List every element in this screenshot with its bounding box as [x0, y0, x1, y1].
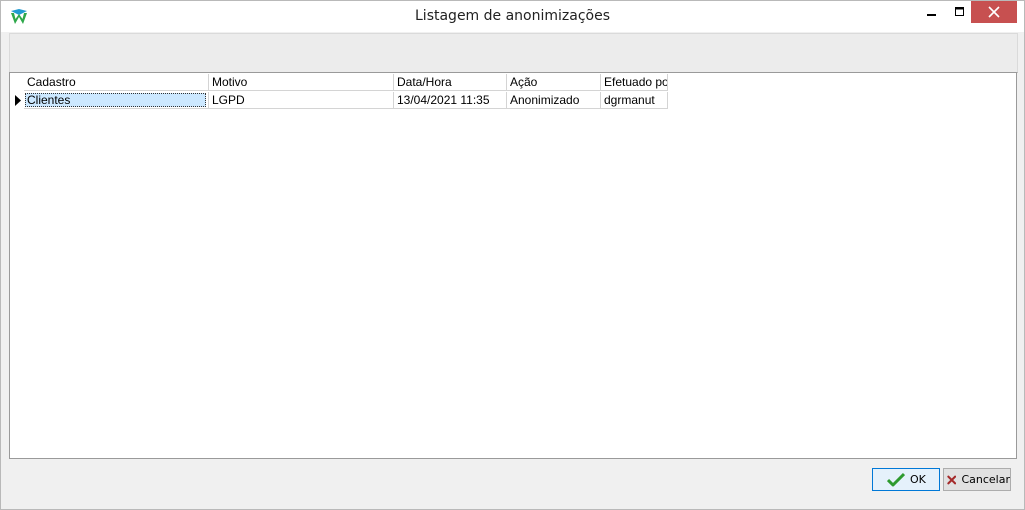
cell-acao[interactable]: Anonimizado	[507, 92, 601, 109]
cell-motivo[interactable]: LGPD	[209, 92, 394, 109]
window-title: Listagem de anonimizações	[415, 8, 610, 24]
window: Listagem de anonimizações Cadastro Motiv…	[0, 0, 1025, 510]
maximize-icon	[955, 7, 964, 16]
cell-data-hora[interactable]: 13/04/2021 11:35	[394, 92, 507, 109]
cancel-button[interactable]: Cancelar	[943, 468, 1011, 491]
title-bar[interactable]: Listagem de anonimizações	[1, 1, 1024, 32]
column-header-motivo[interactable]: Motivo	[209, 74, 394, 91]
toolbar-panel	[9, 33, 1018, 73]
ok-button[interactable]: OK	[872, 468, 940, 491]
close-icon	[988, 6, 1000, 18]
checkmark-icon	[887, 472, 905, 486]
footer-panel: OK Cancelar	[9, 459, 1016, 502]
current-row-arrow-icon	[15, 95, 21, 106]
row-indicator[interactable]	[11, 92, 24, 109]
header-indicator-cell	[11, 74, 24, 91]
minimize-icon	[927, 14, 936, 16]
column-header-efetuado-por[interactable]: Efetuado por	[601, 74, 668, 91]
column-header-data-hora[interactable]: Data/Hora	[394, 74, 507, 91]
x-mark-icon	[947, 475, 957, 484]
ok-button-label: OK	[910, 473, 926, 486]
close-button[interactable]	[971, 1, 1017, 23]
cancel-button-label: Cancelar	[961, 473, 1010, 486]
column-header-cadastro[interactable]: Cadastro	[24, 74, 209, 91]
column-header-acao[interactable]: Ação	[507, 74, 601, 91]
cell-efetuado-por[interactable]: dgrmanut	[601, 92, 668, 109]
anonymization-grid[interactable]: Cadastro Motivo Data/Hora Ação Efetuado …	[9, 72, 1017, 459]
cell-cadastro[interactable]: Clientes	[24, 92, 209, 109]
cell-cadastro-value: Clientes	[25, 93, 206, 107]
